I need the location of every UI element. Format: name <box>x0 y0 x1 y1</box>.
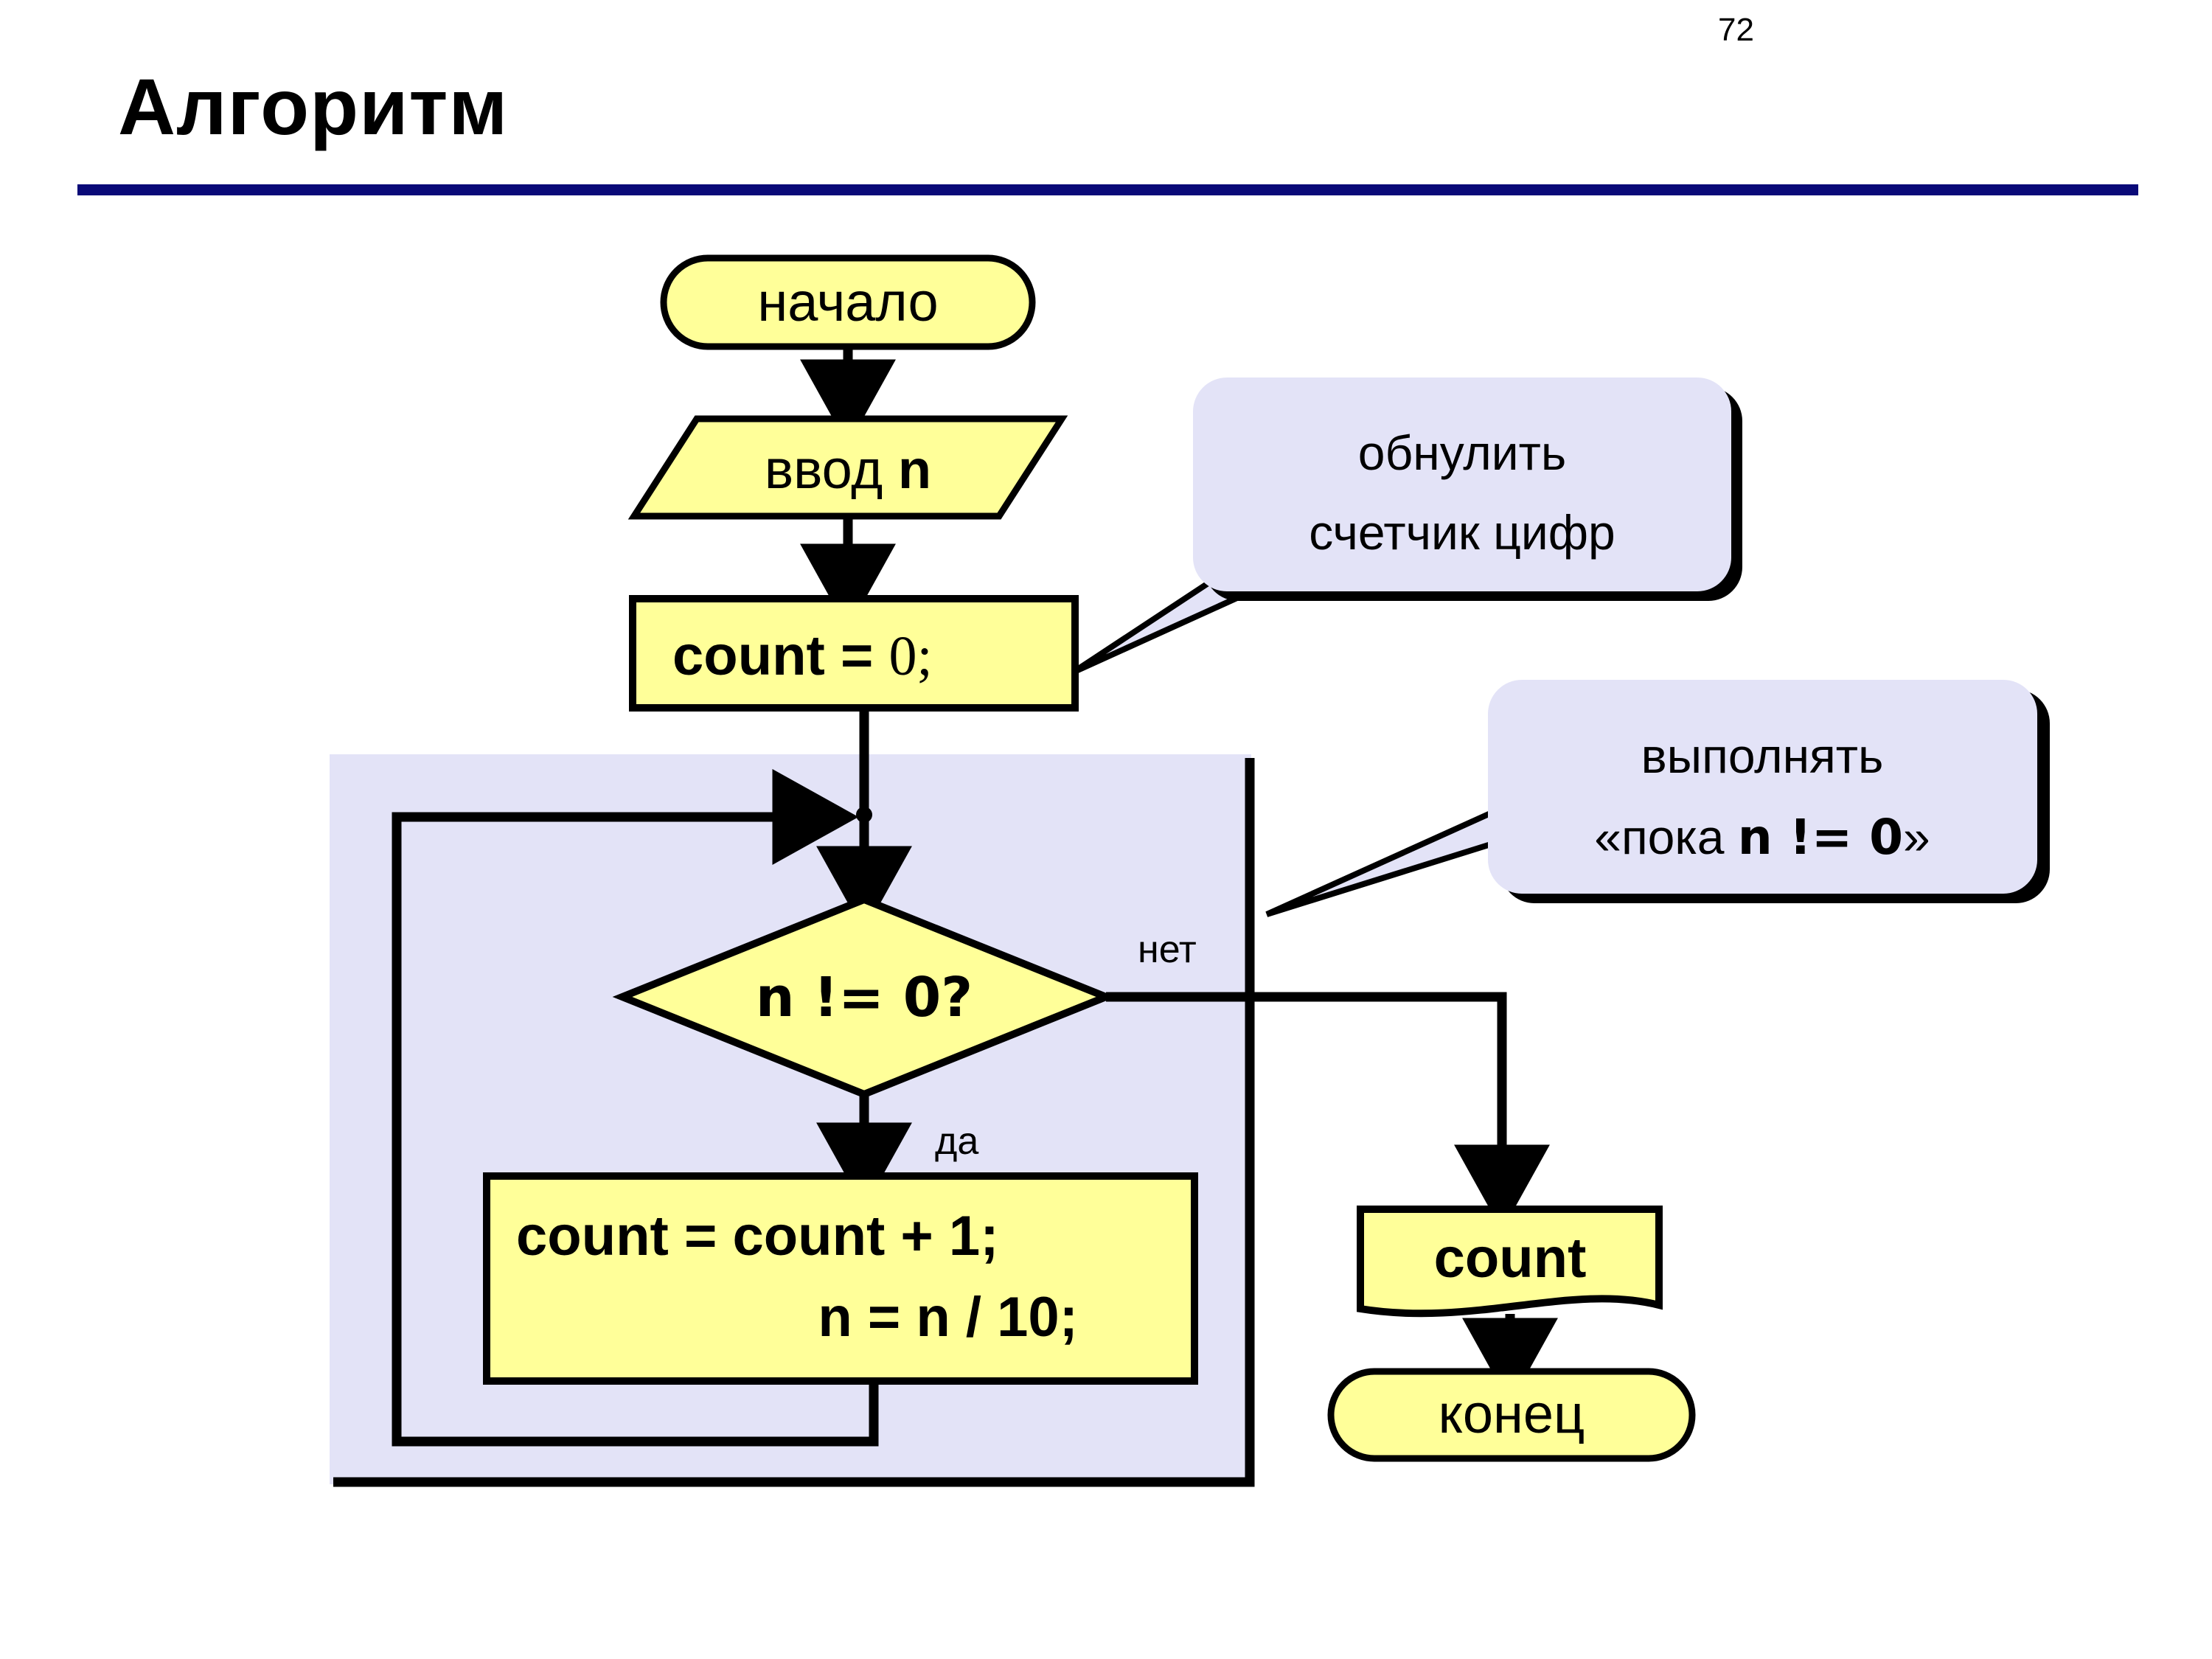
node-init-rhs: 0; <box>888 625 932 687</box>
callout-init: обнулить счетчик цифр <box>1071 378 1742 675</box>
node-init: count = 0; <box>629 595 1079 712</box>
node-init-lhs: count = <box>672 625 888 687</box>
node-input: ввод n <box>627 415 1068 520</box>
node-start: начало <box>660 254 1036 350</box>
branch-label-yes: да <box>935 1120 978 1163</box>
branch-label-no: нет <box>1138 928 1197 971</box>
node-output: count <box>1357 1206 1663 1318</box>
node-input-label: ввод <box>765 439 898 500</box>
svg-text:count = 0;: count = 0; <box>672 625 933 687</box>
callout-loop-line2-code: n != 0 <box>1738 809 1903 866</box>
callout-loop-line1: выполнять <box>1641 728 1884 783</box>
callout-loop: выполнять «пока n != 0» <box>1265 680 2050 917</box>
node-end-label: конец <box>1439 1383 1585 1444</box>
callout-loop-line2-post: » <box>1903 810 1930 864</box>
node-end: конец <box>1327 1368 1696 1462</box>
svg-text:«пока n != 0»: «пока n != 0» <box>1594 809 1930 866</box>
callout-init-line1: обнулить <box>1358 425 1567 480</box>
node-start-label: начало <box>757 271 938 333</box>
callout-loop-line2-pre: «пока <box>1594 810 1738 864</box>
loop-junction-dot <box>856 807 872 823</box>
callout-init-line2: счетчик цифр <box>1309 505 1615 560</box>
node-body-line2: n = n / 10; <box>818 1286 1078 1349</box>
flowchart-diagram: начало ввод n count = 0; n != 0? нет да … <box>330 254 2050 1487</box>
node-condition-label: n != 0? <box>756 966 973 1029</box>
node-body-line1: count = count + 1; <box>516 1205 999 1267</box>
node-input-var: n <box>898 439 931 500</box>
svg-text:ввод n: ввод n <box>765 439 931 500</box>
slide-canvas: 72 Алгоритм начало ввод n count = 0; n !… <box>0 0 2212 1659</box>
node-output-label: count <box>1434 1227 1587 1290</box>
node-body: count = count + 1; n = n / 10; <box>483 1172 1198 1385</box>
